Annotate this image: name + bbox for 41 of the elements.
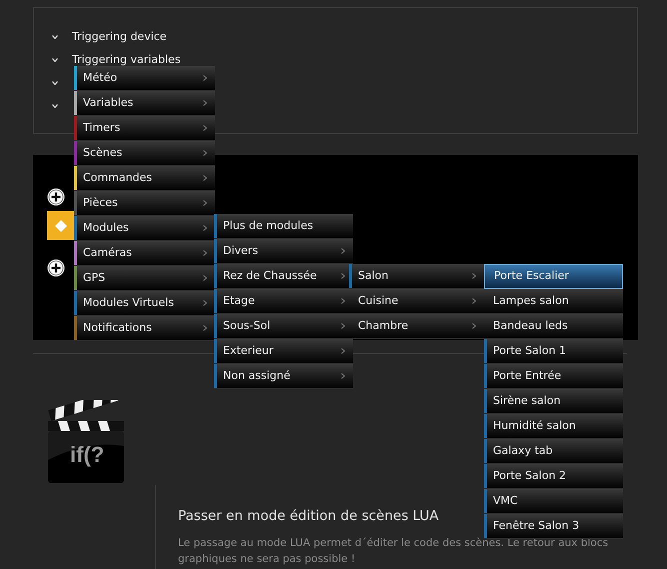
menu-item[interactable]: Météo: [74, 66, 215, 91]
menu-item[interactable]: Non assigné: [214, 364, 353, 389]
menu-item[interactable]: Humidité salon: [484, 414, 623, 439]
trigger-label: Triggering variables: [72, 53, 181, 66]
menu-item[interactable]: VMC: [484, 489, 623, 514]
trigger-label: Triggering device: [72, 30, 167, 43]
menu-item[interactable]: Salon: [349, 264, 484, 289]
menu-item[interactable]: Porte Salon 2: [484, 464, 623, 489]
menu-item[interactable]: Notifications: [74, 316, 215, 341]
menu-item[interactable]: Porte Salon 1: [484, 339, 623, 364]
lua-title: Passer en mode édition de scènes LUA: [178, 507, 439, 525]
add-icon[interactable]: [47, 259, 65, 277]
menu-item[interactable]: Modules: [74, 216, 215, 241]
diamond-tile[interactable]: [47, 211, 74, 240]
menu-item[interactable]: Divers: [214, 239, 353, 264]
menu-item[interactable]: Fenêtre Salon 3: [484, 514, 623, 539]
menu-item[interactable]: Commandes: [74, 166, 215, 191]
menu-item[interactable]: Porte Escalier: [484, 264, 623, 289]
chevron-down-icon[interactable]: [52, 58, 58, 62]
menu-item[interactable]: Variables: [74, 91, 215, 116]
clapperboard-icon[interactable]: [47, 400, 125, 483]
chevron-down-icon[interactable]: [52, 104, 58, 108]
menu-item[interactable]: Sirène salon: [484, 389, 623, 414]
menu-item[interactable]: Pièces: [74, 191, 215, 216]
lua-icon-text: if(?: [70, 444, 104, 466]
add-icon[interactable]: [47, 188, 65, 206]
menu-item[interactable]: GPS: [74, 266, 215, 291]
menu-item[interactable]: Bandeau leds: [484, 314, 623, 339]
menu-item[interactable]: Timers: [74, 116, 215, 141]
menu-item[interactable]: Caméras: [74, 241, 215, 266]
chevron-down-icon[interactable]: [52, 80, 58, 84]
menu-item[interactable]: Lampes salon: [484, 289, 623, 314]
menu-item[interactable]: Modules Virtuels: [74, 291, 215, 316]
lua-description: Le passage au mode LUA permet d´éditer le code des scènes. Le retour aux blocs graphiques ne sera pas possible !: [178, 536, 610, 567]
chevron-down-icon[interactable]: [52, 34, 58, 38]
menu-item[interactable]: Porte Entrée: [484, 364, 623, 389]
diamond-icon: [54, 218, 68, 232]
menu-item[interactable]: Scènes: [74, 141, 215, 166]
menu-item[interactable]: Plus de modules: [214, 214, 353, 239]
menu-item[interactable]: Exterieur: [214, 339, 353, 364]
menu-item[interactable]: Galaxy tab: [484, 439, 623, 464]
